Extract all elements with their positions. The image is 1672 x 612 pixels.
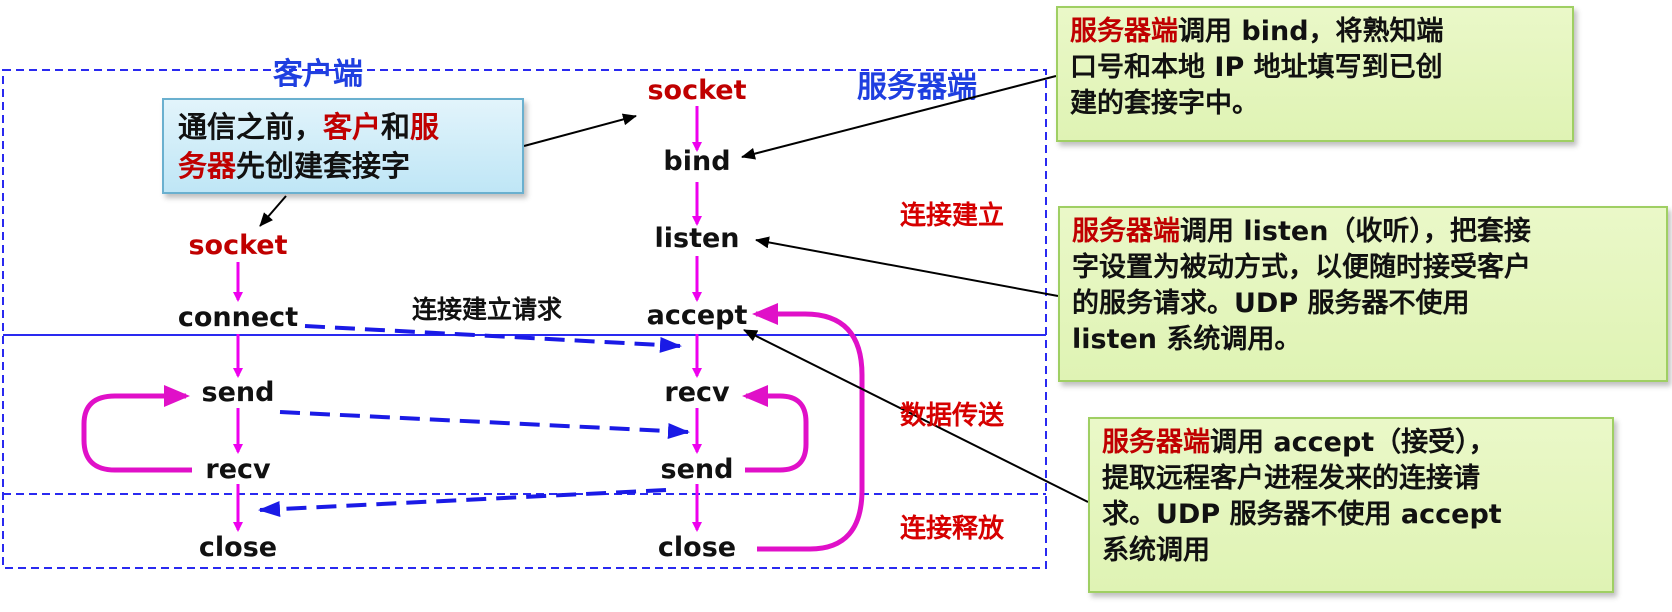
server-close-node: close (658, 532, 736, 563)
listen-callout-line-4: listen 系统调用。 (1072, 323, 1302, 355)
server-title: 服务器端 (857, 70, 977, 105)
server-loop-arrow (742, 385, 809, 473)
server-bind-node: bind (663, 146, 730, 177)
bind-callout-highlight: 服务器端 (1070, 16, 1178, 47)
phase-establish-label: 连接建立 (900, 200, 1004, 231)
data-arrow-client-to-server (279, 410, 690, 440)
bind-callout-box: 服务器端调用 bind，将熟知端 口号和本地 IP 地址填写到已创 建的套接字中… (1056, 6, 1574, 142)
intro-callout-box: 通信之前，客户和服 务器先创建套接字 (162, 98, 524, 194)
accept-callout-text: 调用 accept（接受）， (1210, 427, 1496, 458)
listen-callout-line-1: 服务器端调用 listen（收听），把套接 (1072, 214, 1654, 250)
server-socket-node: socket (647, 75, 746, 106)
server-send-node: send (661, 454, 734, 485)
accept-callout-highlight: 服务器端 (1102, 427, 1210, 458)
server-accept-loop-arrow (752, 303, 865, 552)
intro-pointer-to-server-socket (523, 113, 637, 147)
client-close-node: close (199, 532, 277, 563)
bind-callout-line-2: 口号和本地 IP 地址填写到已创 (1070, 51, 1443, 83)
bind-callout-text: 调用 bind，将熟知端 (1178, 16, 1444, 47)
accept-callout-line-2: 提取远程客户进程发来的连接请 (1102, 462, 1480, 494)
intro-line-1: 通信之前，客户和服 (178, 108, 508, 147)
listen-callout-line-2: 字设置为被动方式，以便随时接受客户 (1072, 251, 1531, 283)
connect-request-label: 连接建立请求 (412, 295, 562, 324)
intro-line-2: 务器先创建套接字 (178, 147, 508, 186)
accept-callout-box: 服务器端调用 accept（接受）， 提取远程客户进程发来的连接请 求。UDP … (1088, 417, 1614, 593)
listen-callout-highlight: 服务器端 (1072, 216, 1180, 247)
intro-pointer-to-client-socket (259, 195, 287, 227)
client-title: 客户端 (273, 57, 363, 92)
accept-callout-line-3: 求。UDP 服务器不使用 accept (1102, 498, 1502, 530)
accept-callout-line-1: 服务器端调用 accept（接受）， (1102, 425, 1600, 461)
listen-callout-line-3: 的服务请求。UDP 服务器不使用 (1072, 287, 1470, 319)
client-recv-node: recv (205, 454, 271, 485)
intro-text-part: 先创建套接字 (236, 148, 411, 183)
client-connect-node: connect (178, 302, 298, 333)
accept-callout-line-4: 系统调用 (1102, 534, 1210, 566)
listen-callout-pointer (755, 236, 1059, 297)
client-socket-node: socket (188, 230, 287, 261)
bind-callout-line-3: 建的套接字中。 (1070, 87, 1259, 119)
server-recv-node: recv (664, 377, 730, 408)
bind-callout-line-1: 服务器端调用 bind，将熟知端 (1070, 14, 1560, 50)
server-accept-node: accept (647, 300, 748, 331)
phase-release-label: 连接释放 (900, 513, 1005, 544)
intro-text-part: 通信之前， (178, 110, 324, 144)
listen-callout-box: 服务器端调用 listen（收听），把套接 字设置为被动方式，以便随时接受客户 … (1058, 206, 1668, 382)
intro-highlight-server: 服 (410, 110, 440, 144)
intro-text-part: 和 (381, 110, 411, 144)
intro-highlight-client: 客户 (323, 110, 382, 144)
client-send-node: send (202, 377, 275, 408)
phase-transfer-label: 数据传送 (900, 401, 1004, 431)
server-listen-node: listen (654, 223, 739, 254)
client-loop-arrow (81, 385, 192, 473)
listen-callout-text: 调用 listen（收听），把套接 (1180, 216, 1531, 247)
intro-highlight-server: 务器 (178, 148, 237, 183)
